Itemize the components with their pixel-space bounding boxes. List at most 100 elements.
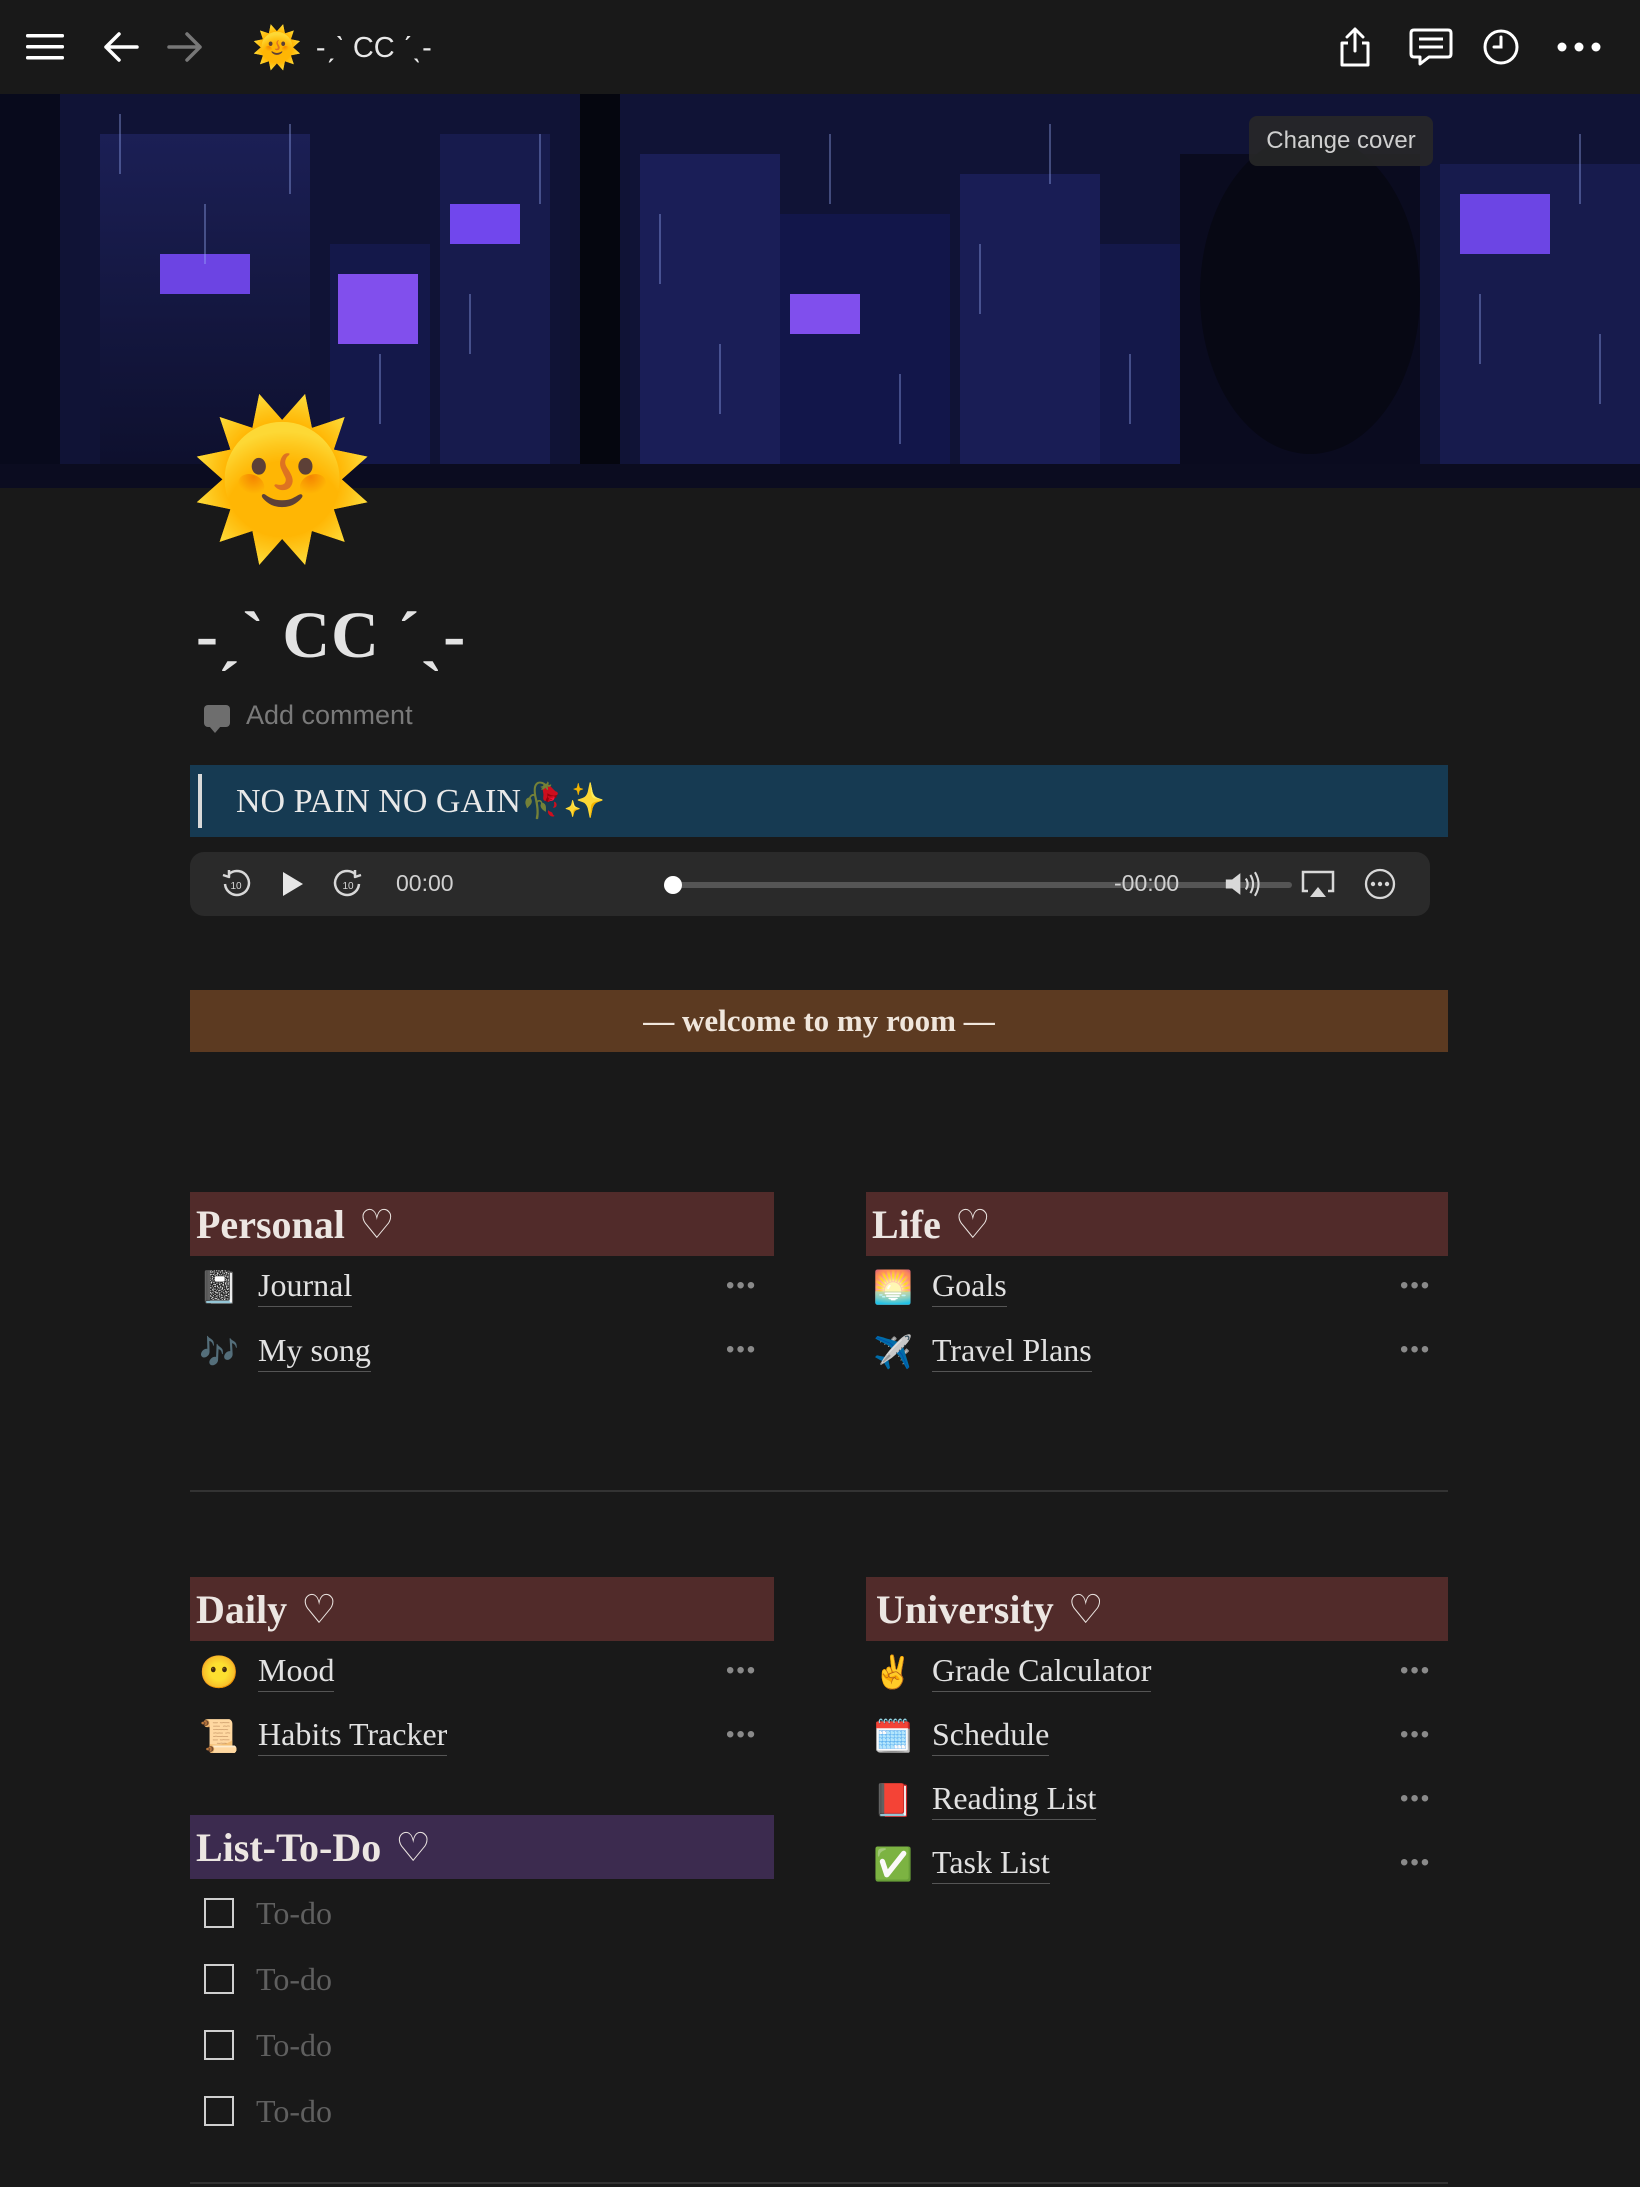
page-link-label: Schedule (932, 1716, 1050, 1756)
item-menu-icon[interactable]: ••• (1400, 1336, 1431, 1364)
checkbox[interactable] (204, 1964, 234, 1994)
item-menu-icon[interactable]: ••• (1400, 1785, 1431, 1813)
progress-track[interactable] (672, 882, 1292, 888)
checkbox[interactable] (204, 1898, 234, 1928)
section-daily-header[interactable]: Daily ♡ (190, 1577, 774, 1641)
music-notes-icon: 🎶 (199, 1334, 239, 1370)
airplay-icon[interactable] (1298, 864, 1338, 904)
svg-text:10: 10 (342, 881, 354, 892)
page-link-my-song[interactable]: 🎶 My song (198, 1327, 371, 1377)
page-link-task-list[interactable]: ✅ Task List (872, 1839, 1050, 1889)
section-todo-header[interactable]: List-To-Do ♡ (190, 1815, 774, 1879)
sunrise-icon: 🌅 (873, 1269, 913, 1305)
page-title[interactable]: -ˏˋ CC ˊˎ- (196, 598, 466, 674)
heart-icon: ♡ (301, 1586, 337, 1632)
play-icon[interactable] (272, 864, 312, 904)
page-link-travel-plans[interactable]: ✈️ Travel Plans (872, 1327, 1092, 1377)
section-university-header[interactable]: University ♡ (866, 1577, 1448, 1641)
face-icon: 😶 (199, 1654, 239, 1690)
section-title: Life (872, 1201, 941, 1247)
calendar-icon: 🗓️ (873, 1718, 913, 1754)
heart-icon: ♡ (395, 1824, 432, 1870)
page-link-reading-list[interactable]: 📕 Reading List (872, 1775, 1097, 1825)
item-menu-icon[interactable]: ••• (1400, 1721, 1431, 1749)
change-cover-button[interactable]: Change cover (1249, 116, 1433, 166)
book-icon: 📕 (873, 1782, 913, 1818)
quote-bar (198, 774, 202, 828)
section-title: Daily (196, 1586, 288, 1632)
section-personal-header[interactable]: Personal ♡ (190, 1192, 774, 1256)
item-menu-icon[interactable]: ••• (726, 1657, 757, 1685)
page-link-label: Goals (932, 1267, 1007, 1307)
page-link-label: My song (258, 1332, 371, 1372)
volume-icon[interactable] (1224, 864, 1264, 904)
menu-icon[interactable] (20, 22, 70, 72)
page-link-label: Habits Tracker (258, 1716, 448, 1756)
item-menu-icon[interactable]: ••• (1400, 1657, 1431, 1685)
page-link-label: Journal (258, 1267, 353, 1307)
todo-label[interactable]: To-do (256, 2093, 332, 2130)
progress-knob[interactable] (664, 876, 682, 894)
airplane-icon: ✈️ (873, 1334, 913, 1370)
item-menu-icon[interactable]: ••• (726, 1272, 757, 1300)
page-link-goals[interactable]: 🌅 Goals (872, 1262, 1007, 1312)
svg-text:10: 10 (230, 881, 242, 892)
page-link-label: Grade Calculator (932, 1652, 1152, 1692)
item-menu-icon[interactable]: ••• (1400, 1272, 1431, 1300)
checkbox[interactable] (204, 2096, 234, 2126)
page-link-label: Task List (932, 1844, 1050, 1884)
forward-arrow-icon[interactable] (160, 22, 210, 72)
todo-item[interactable]: To-do (190, 2086, 332, 2136)
todo-item[interactable]: To-do (190, 1888, 332, 1938)
section-title: Personal (196, 1201, 345, 1247)
page-link-habits-tracker[interactable]: 📜 Habits Tracker (198, 1711, 448, 1761)
breadcrumb-title: -ˏˋ CC ˊˎ- (315, 31, 432, 64)
section-title: University (876, 1586, 1054, 1632)
todo-item[interactable]: To-do (190, 2020, 332, 2070)
checkbox[interactable] (204, 2030, 234, 2060)
page-link-mood[interactable]: 😶 Mood (198, 1647, 335, 1697)
scroll-icon: 📜 (199, 1718, 239, 1754)
share-icon[interactable] (1330, 22, 1380, 72)
todo-label[interactable]: To-do (256, 2027, 332, 2064)
page-link-label: Reading List (932, 1780, 1097, 1820)
divider (190, 2182, 1448, 2184)
section-life-header[interactable]: Life ♡ (866, 1192, 1448, 1256)
victory-hand-icon: ✌️ (873, 1654, 913, 1690)
page-icon[interactable]: 🌞 (190, 400, 374, 560)
breadcrumb[interactable]: 🌞 -ˏˋ CC ˊˎ- (252, 26, 432, 70)
item-menu-icon[interactable]: ••• (726, 1336, 757, 1364)
heart-icon: ♡ (1067, 1586, 1104, 1632)
quote-callout: NO PAIN NO GAIN🥀✨ (190, 765, 1448, 837)
quote-text[interactable]: NO PAIN NO GAIN🥀✨ (236, 781, 606, 821)
item-menu-icon[interactable]: ••• (1400, 1849, 1431, 1877)
divider (190, 1490, 1448, 1492)
notebook-icon: 📓 (199, 1269, 239, 1305)
audio-player: 10 10 00:00 -00:00 (190, 852, 1430, 916)
page-link-schedule[interactable]: 🗓️ Schedule (872, 1711, 1050, 1761)
todo-label[interactable]: To-do (256, 1961, 332, 1998)
forward-10-icon[interactable]: 10 (328, 864, 368, 904)
welcome-banner[interactable]: — welcome to my room — (190, 990, 1448, 1052)
add-comment-label: Add comment (246, 700, 413, 730)
item-menu-icon[interactable]: ••• (726, 1721, 757, 1749)
page-link-journal[interactable]: 📓 Journal (198, 1262, 353, 1312)
more-icon[interactable] (1554, 22, 1604, 72)
check-mark-icon: ✅ (873, 1846, 913, 1882)
top-bar: 🌞 -ˏˋ CC ˊˎ- (0, 0, 1640, 94)
player-more-icon[interactable] (1360, 864, 1400, 904)
history-icon[interactable] (1476, 22, 1526, 72)
page-icon-small: 🌞 (252, 26, 302, 70)
section-title: List-To-Do (196, 1824, 382, 1870)
current-time: 00:00 (396, 870, 454, 896)
rewind-10-icon[interactable]: 10 (216, 864, 256, 904)
heart-icon: ♡ (954, 1201, 991, 1247)
back-arrow-icon[interactable] (96, 22, 146, 72)
remaining-time: -00:00 (1114, 870, 1180, 896)
todo-item[interactable]: To-do (190, 1954, 332, 2004)
add-comment-button[interactable]: Add comment (204, 700, 413, 733)
page-link-label: Travel Plans (932, 1332, 1092, 1372)
comments-icon[interactable] (1406, 22, 1456, 72)
todo-label[interactable]: To-do (256, 1895, 332, 1932)
page-link-grade-calculator[interactable]: ✌️ Grade Calculator (872, 1647, 1152, 1697)
